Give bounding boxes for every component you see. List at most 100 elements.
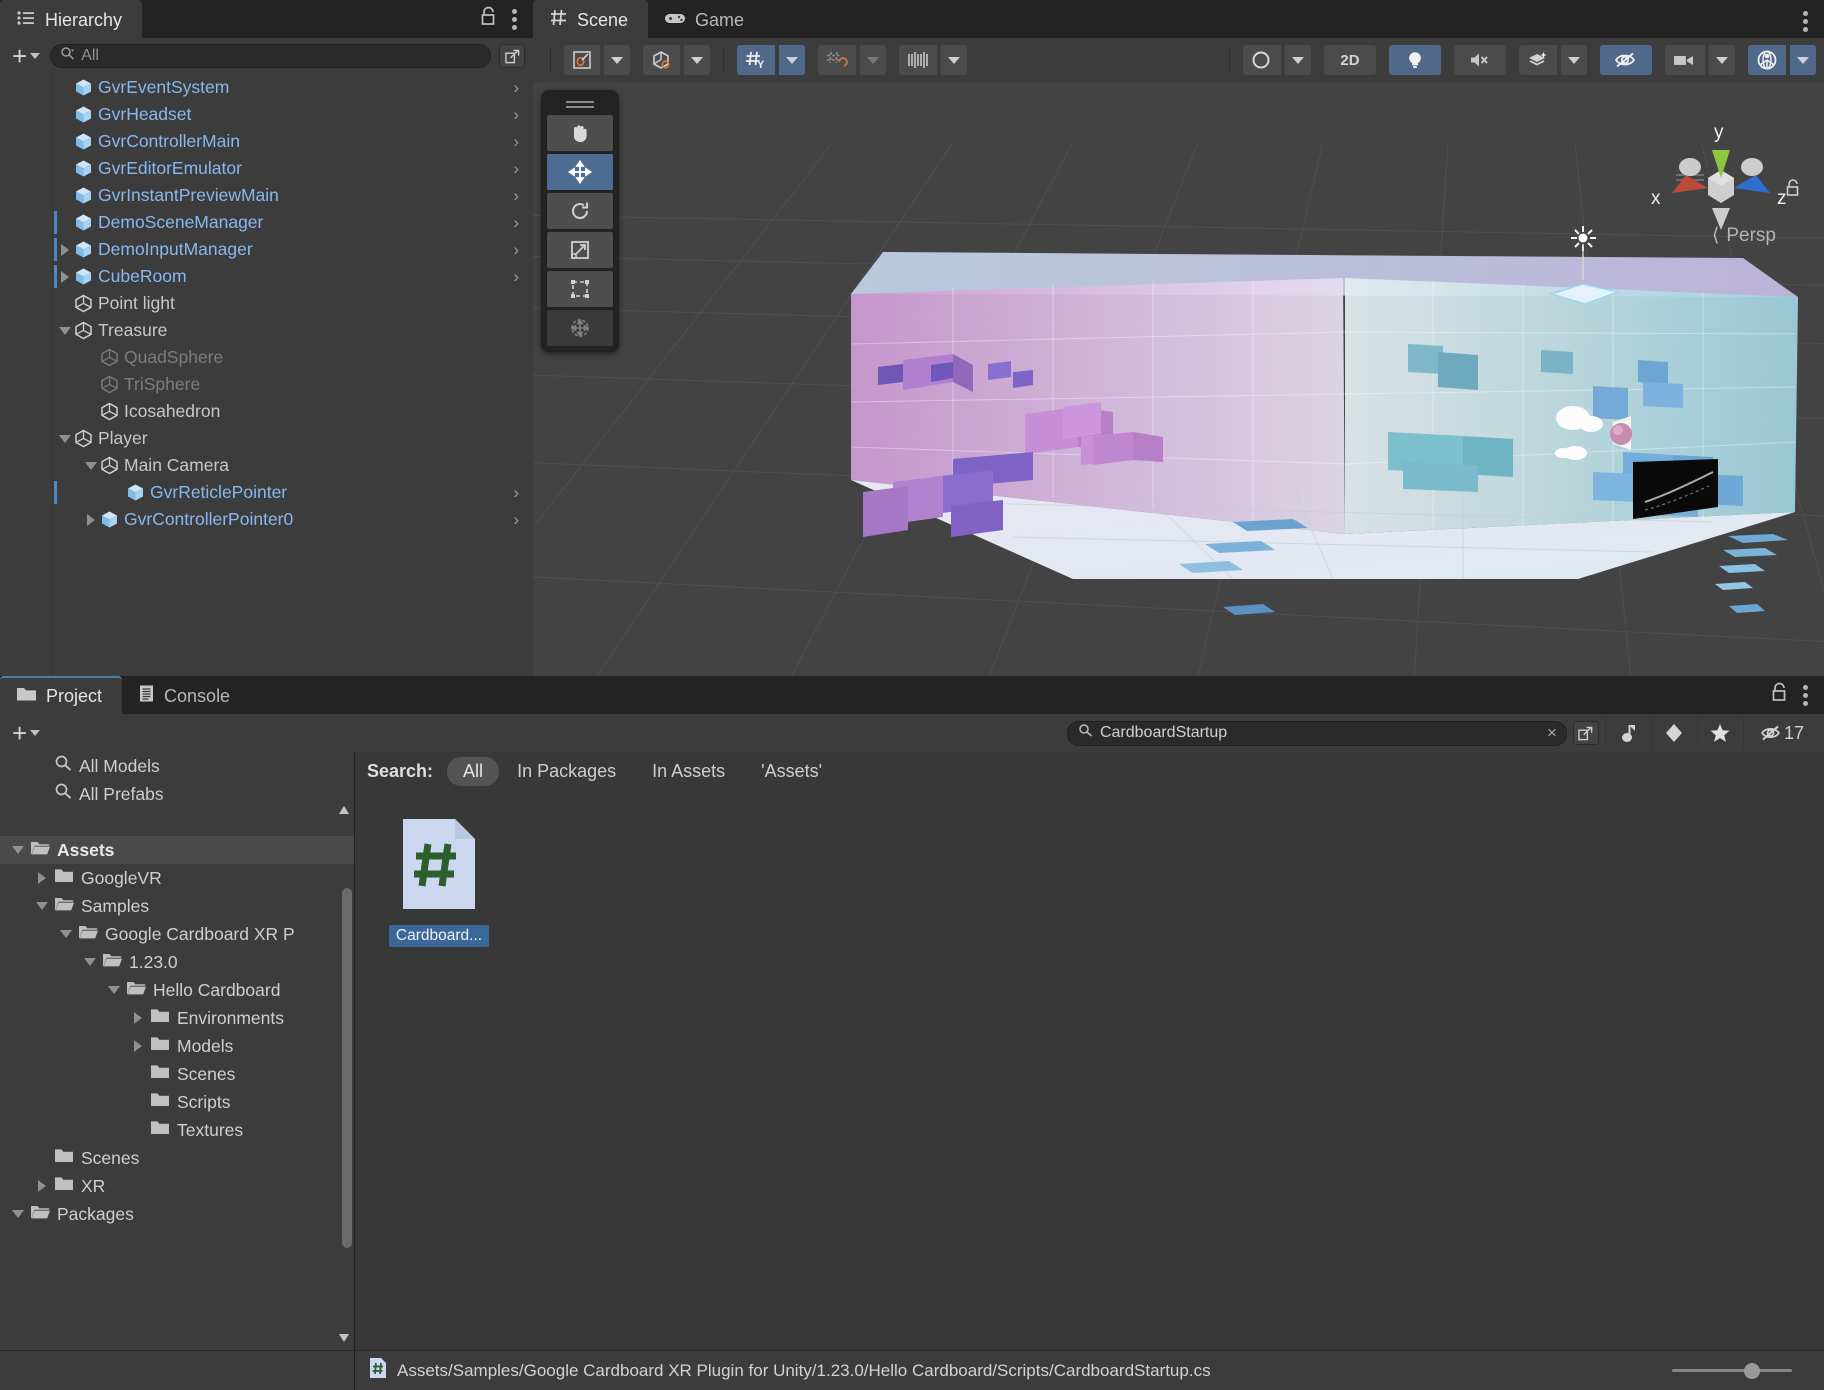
asset-item[interactable]: Cardboard... [383,816,495,947]
component-tools-button[interactable] [899,45,937,75]
prefab-open-chevron-icon[interactable]: › [513,186,519,206]
filter-chip-in-assets[interactable]: In Assets [634,757,743,786]
project-search-input[interactable]: CardboardStartup × [1067,721,1567,746]
prefab-open-chevron-icon[interactable]: › [513,510,519,530]
hierarchy-row[interactable]: TriSphere [0,371,533,398]
gizmo-display-button[interactable] [643,45,680,75]
scrollbar-track[interactable] [341,820,347,1328]
tree-twisty-icon[interactable] [54,930,78,938]
component-tools-dropdown[interactable] [941,45,967,75]
hierarchy-row[interactable]: Player [0,425,533,452]
project-content-area[interactable]: Search: All In Packages In Assets 'Asset… [355,752,1824,1352]
hierarchy-row[interactable]: GvrEditorEmulator› [0,155,533,182]
hierarchy-row[interactable]: QuadSphere [0,344,533,371]
tree-twisty-icon[interactable] [126,1040,150,1052]
move-tool[interactable] [547,154,613,190]
scroll-down-icon[interactable] [338,1332,350,1344]
scene-viewport[interactable]: y x z ⟨ Persp [533,82,1824,676]
row-twisty-icon[interactable] [56,271,74,283]
hierarchy-search-input[interactable]: All [50,44,491,68]
project-folder-tree[interactable]: All ModelsAll PrefabsAssetsGoogleVRSampl… [0,752,355,1352]
scroll-up-icon[interactable] [338,804,350,816]
toggle-2d-button[interactable]: 2D [1324,45,1376,75]
prefab-open-chevron-icon[interactable]: › [513,159,519,179]
project-tree-row[interactable]: Hello Cardboard [0,976,354,1004]
hidden-objects-toggle[interactable] [1600,45,1652,75]
row-twisty-icon[interactable] [56,244,74,256]
scene-view-effects-dropdown[interactable] [1285,45,1311,75]
lock-icon[interactable] [479,6,498,32]
project-menu-icon[interactable] [1803,684,1808,706]
projection-mode-label[interactable]: ⟨ Persp [1712,224,1776,247]
prefab-open-chevron-icon[interactable]: › [513,267,519,287]
shading-mode-button[interactable] [564,45,600,75]
project-tree-row[interactable]: Google Cardboard XR P [0,920,354,948]
prefab-open-chevron-icon[interactable]: › [513,213,519,233]
project-tree-row[interactable]: XR [0,1172,354,1200]
row-twisty-icon[interactable] [82,462,100,470]
project-tree-row[interactable]: Scenes [0,1060,354,1088]
hierarchy-row[interactable]: Icosahedron [0,398,533,425]
tab-console[interactable]: Console [122,676,250,714]
project-tree-row[interactable]: All Prefabs [0,780,354,808]
row-twisty-icon[interactable] [56,327,74,335]
tree-twisty-icon[interactable] [126,1012,150,1024]
project-tree-row[interactable]: Packages [0,1200,354,1228]
hierarchy-row[interactable]: DemoSceneManager› [0,209,533,236]
scene-fx-button[interactable] [1519,45,1557,75]
grid-axis-dropdown[interactable] [779,45,805,75]
scene-lighting-toggle[interactable] [1389,45,1441,75]
slider-knob[interactable] [1744,1363,1760,1379]
filter-by-label-button[interactable] [1651,718,1697,748]
hierarchy-row[interactable]: GvrControllerMain› [0,128,533,155]
project-tree-row[interactable]: Scripts [0,1088,354,1116]
hand-tool[interactable] [547,115,613,151]
hierarchy-menu-icon[interactable] [512,8,517,30]
hierarchy-row[interactable]: CubeRoom› [0,263,533,290]
prefab-open-chevron-icon[interactable]: › [513,483,519,503]
project-tree-row[interactable]: Models [0,1032,354,1060]
scene-fx-dropdown[interactable] [1561,45,1587,75]
scene-camera-dropdown[interactable] [1709,45,1735,75]
tab-project[interactable]: Project [0,676,122,714]
filter-chip-in-packages[interactable]: In Packages [499,757,634,786]
favorites-button[interactable] [1697,718,1743,748]
tab-scene[interactable]: Scene [533,0,648,38]
row-twisty-icon[interactable] [82,514,100,526]
row-twisty-icon[interactable] [56,435,74,443]
shading-mode-dropdown[interactable] [604,45,630,75]
project-tree-row[interactable]: Scenes [0,1144,354,1172]
hierarchy-row[interactable]: DemoInputManager› [0,236,533,263]
hierarchy-row[interactable]: GvrInstantPreviewMain› [0,182,533,209]
scrollbar-thumb[interactable] [342,888,352,1248]
project-lock-icon[interactable] [1770,682,1789,708]
gizmos-toggle[interactable] [1748,45,1786,75]
project-tree-row[interactable]: Samples [0,892,354,920]
prefab-open-chevron-icon[interactable]: › [513,105,519,125]
scene-view-effects-button[interactable] [1243,45,1281,75]
tree-twisty-icon[interactable] [30,872,54,884]
project-tree-row[interactable]: Environments [0,1004,354,1032]
prefab-open-chevron-icon[interactable]: › [513,78,519,98]
rotate-tool[interactable] [547,193,613,229]
gizmos-dropdown[interactable] [1790,45,1816,75]
tree-twisty-icon[interactable] [6,846,30,854]
hierarchy-popout-button[interactable] [499,44,525,68]
project-search-popout-button[interactable] [1573,721,1599,745]
tree-twisty-icon[interactable] [6,1210,30,1218]
tool-palette-grip[interactable] [547,96,613,112]
asset-thumbnail-size-slider[interactable] [1672,1361,1792,1381]
scene-tool-palette[interactable] [541,90,619,352]
tree-twisty-icon[interactable] [102,986,126,994]
project-tree-row[interactable]: 1.23.0 [0,948,354,976]
filter-chip-all[interactable]: All [447,757,499,786]
create-asset-button[interactable]: + [8,723,44,743]
scale-tool[interactable] [547,232,613,268]
filter-by-type-button[interactable] [1605,718,1651,748]
rect-tool[interactable] [547,271,613,307]
tree-twisty-icon[interactable] [78,958,102,966]
project-tree-row[interactable]: GoogleVR [0,864,354,892]
prefab-open-chevron-icon[interactable]: › [513,240,519,260]
scene-camera-button[interactable] [1665,45,1705,75]
grid-axis-button[interactable]: Y [737,45,775,75]
